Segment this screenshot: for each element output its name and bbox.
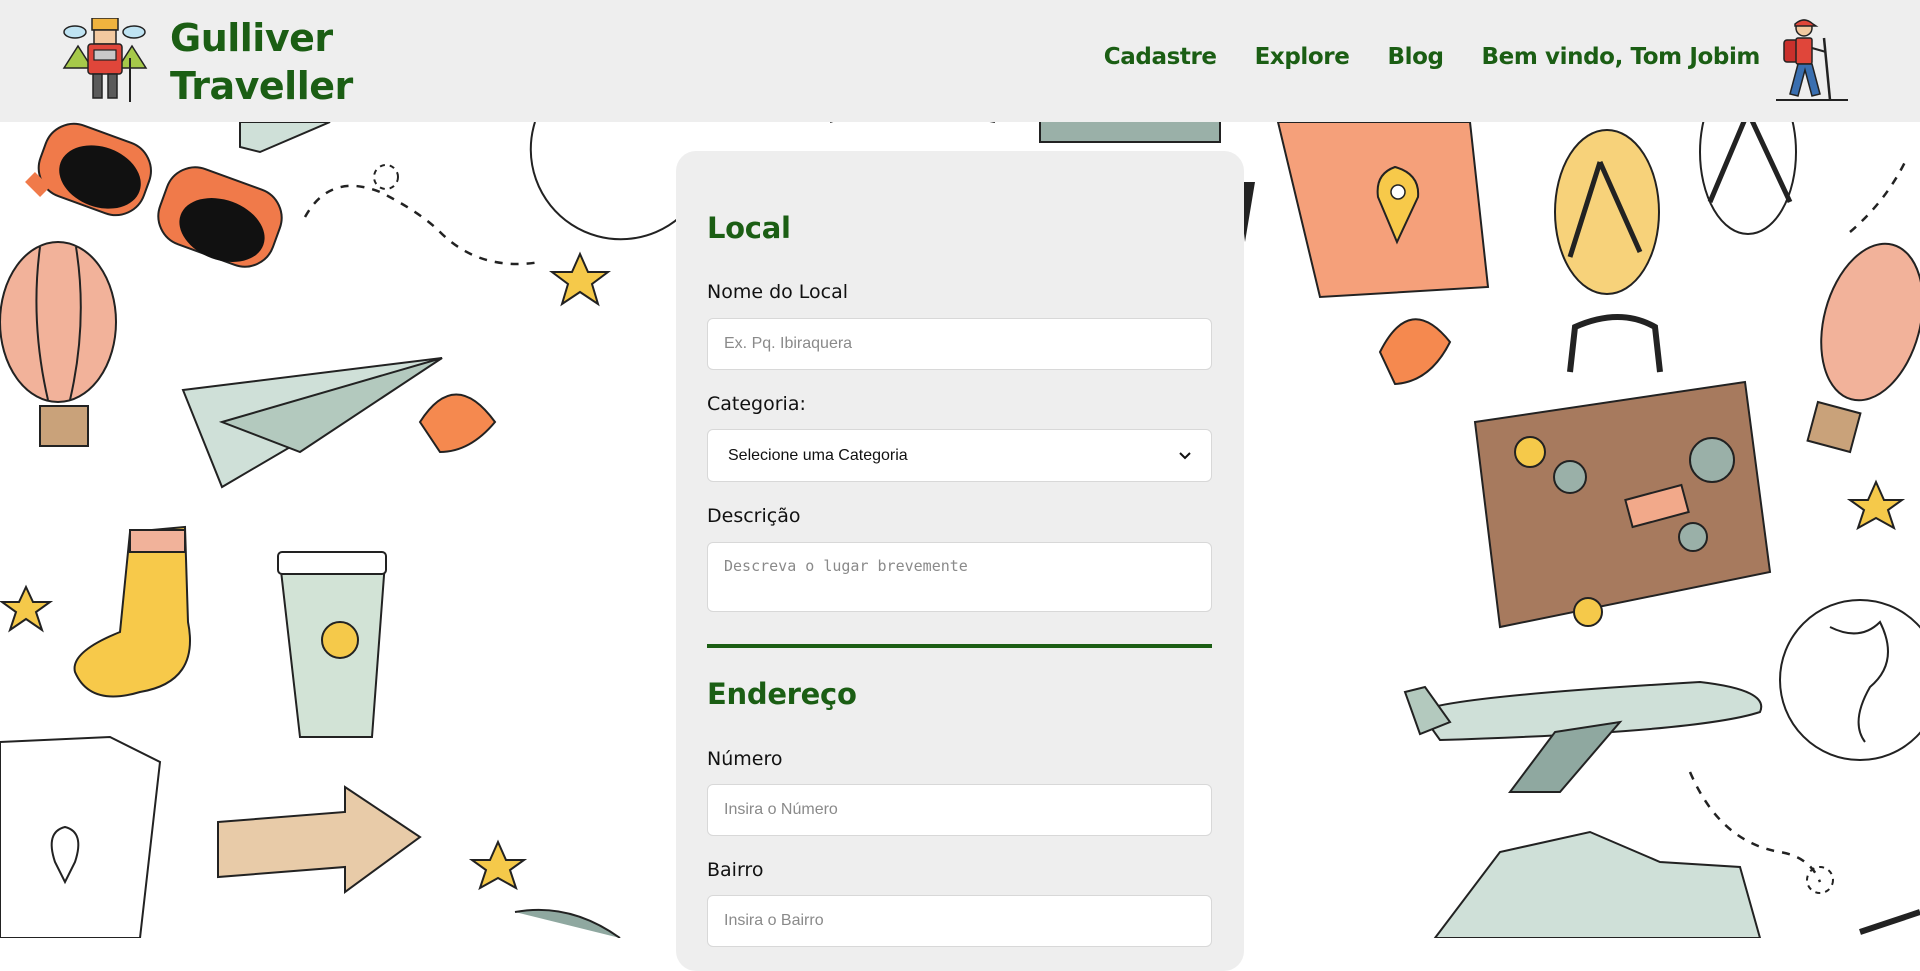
numero-label: Número	[707, 748, 783, 770]
globe-icon	[1779, 599, 1920, 761]
star-icon	[1846, 479, 1906, 531]
top-header: Gulliver Traveller Cadastre Explore Blog…	[0, 0, 1920, 122]
passport-icon	[1276, 122, 1490, 299]
descricao-label: Descrição	[707, 505, 801, 527]
flip-flops-icon	[1554, 122, 1797, 295]
bairro-input[interactable]	[707, 895, 1212, 947]
nav-blog[interactable]: Blog	[1387, 44, 1443, 70]
hot-air-balloon-icon	[0, 241, 117, 447]
brand-line-1: Gulliver	[170, 16, 333, 60]
map-icon	[0, 735, 162, 938]
airplane-icon	[1403, 680, 1763, 793]
categoria-label: Categoria:	[707, 393, 806, 415]
seashell-icon	[1378, 318, 1452, 386]
sock-icon	[73, 525, 191, 698]
section-title-local: Local	[707, 211, 791, 245]
arrow-sign-icon	[217, 785, 422, 894]
descricao-textarea[interactable]	[707, 542, 1212, 612]
sunscreen-icon	[277, 551, 387, 738]
section-title-endereco: Endereço	[707, 677, 857, 711]
place-form-card: Local Nome do Local Categoria: Selecione…	[676, 151, 1244, 971]
brand-line-2: Traveller	[170, 64, 353, 108]
chevron-down-icon	[1179, 451, 1191, 459]
hiker-icon[interactable]	[1772, 18, 1852, 104]
nav-welcome-user[interactable]: Bem vindo, Tom Jobim	[1482, 44, 1761, 70]
categoria-select[interactable]: Selecione uma Categoria	[707, 429, 1212, 482]
nome-local-input[interactable]	[707, 318, 1212, 370]
star-icon	[549, 251, 611, 307]
folded-map-icon	[1433, 830, 1762, 938]
brand-name[interactable]: Gulliver Traveller	[170, 14, 353, 110]
numero-input[interactable]	[707, 784, 1212, 836]
seashell-icon	[418, 393, 497, 454]
bairro-label: Bairro	[707, 859, 764, 881]
star-icon	[468, 839, 528, 891]
nav-explore[interactable]: Explore	[1255, 44, 1350, 70]
suitcase-icon	[1473, 314, 1772, 629]
star-icon	[0, 584, 54, 633]
hot-air-balloon-icon	[1806, 242, 1920, 454]
nav-cadastre[interactable]: Cadastre	[1104, 44, 1217, 70]
nome-local-label: Nome do Local	[707, 281, 849, 303]
section-divider	[707, 644, 1212, 648]
paper-plane-icon	[181, 357, 443, 489]
traveller-backpack-icon[interactable]	[62, 18, 148, 104]
main-nav: Cadastre Explore Blog Bem vindo, Tom Job…	[1104, 44, 1761, 70]
categoria-selected-value: Selecione uma Categoria	[728, 446, 908, 464]
